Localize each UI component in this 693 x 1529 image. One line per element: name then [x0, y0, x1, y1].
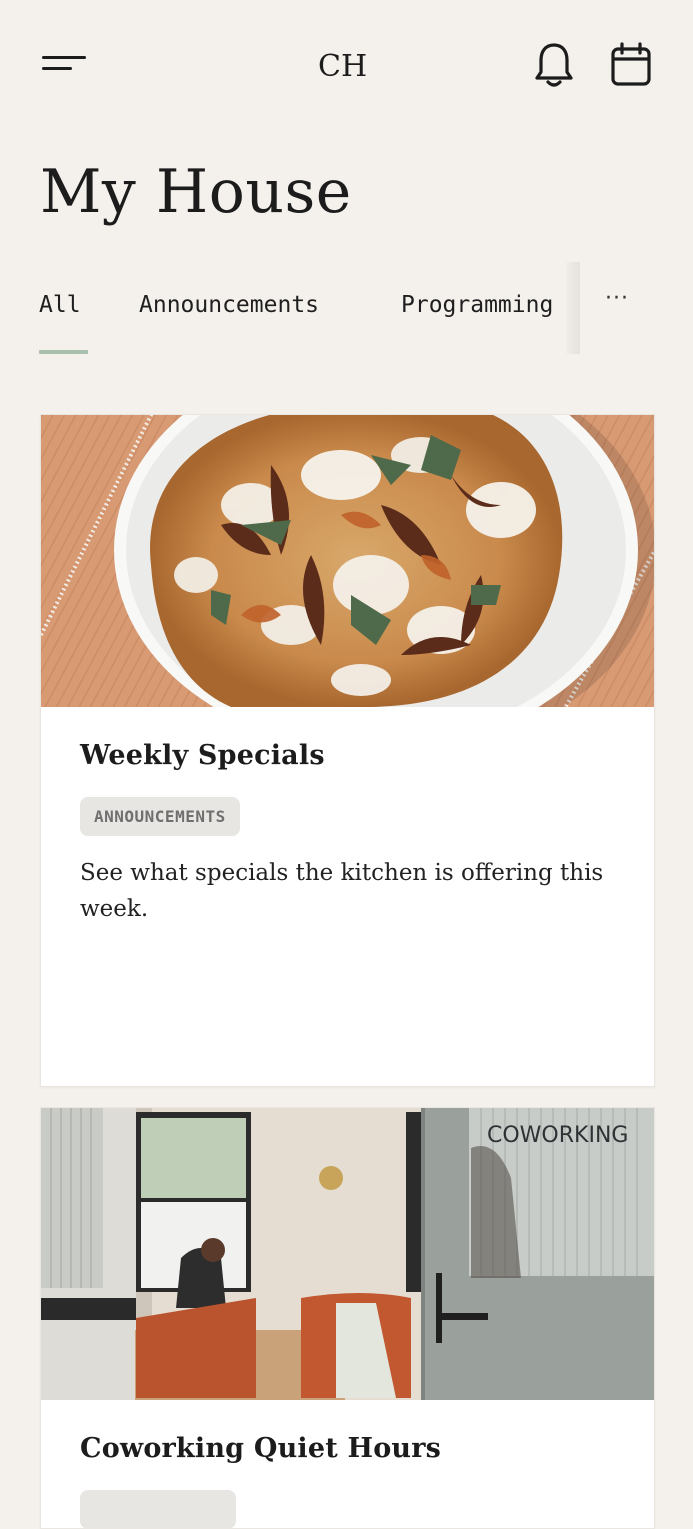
- category-tabs: All Announcements Programming ···: [0, 262, 693, 360]
- post-card-weekly-specials[interactable]: Weekly Specials ANNOUNCEMENTS See what s…: [40, 414, 655, 1087]
- card-image-coworking: COWORKING: [41, 1108, 654, 1400]
- menu-icon[interactable]: [42, 52, 88, 76]
- svg-text:COWORKING: COWORKING: [487, 1123, 628, 1148]
- tab-all[interactable]: All: [39, 292, 81, 318]
- category-badge: [80, 1490, 236, 1528]
- card-title: Coworking Quiet Hours: [80, 1433, 442, 1464]
- calendar-icon[interactable]: [609, 42, 653, 88]
- category-badge: ANNOUNCEMENTS: [80, 797, 240, 836]
- tab-programming[interactable]: Programming: [401, 292, 553, 318]
- svg-text:CH: CH: [318, 49, 367, 84]
- tab-announcements[interactable]: Announcements: [139, 292, 319, 318]
- top-app-bar: CH: [0, 0, 693, 130]
- bell-icon[interactable]: [533, 40, 575, 90]
- card-description: See what specials the kitchen is offerin…: [80, 860, 604, 922]
- page-title: My House: [40, 157, 352, 227]
- card-image-pizza: [41, 415, 654, 707]
- post-card-coworking-quiet-hours[interactable]: COWORKING Coworking Quiet Hours: [40, 1107, 655, 1529]
- logo-icon: CH: [318, 49, 367, 84]
- more-tabs-icon[interactable]: ···: [605, 286, 629, 311]
- card-title: Weekly Specials: [80, 740, 325, 771]
- tabs-scroll-fade: [566, 262, 580, 354]
- tab-active-indicator: [39, 350, 88, 354]
